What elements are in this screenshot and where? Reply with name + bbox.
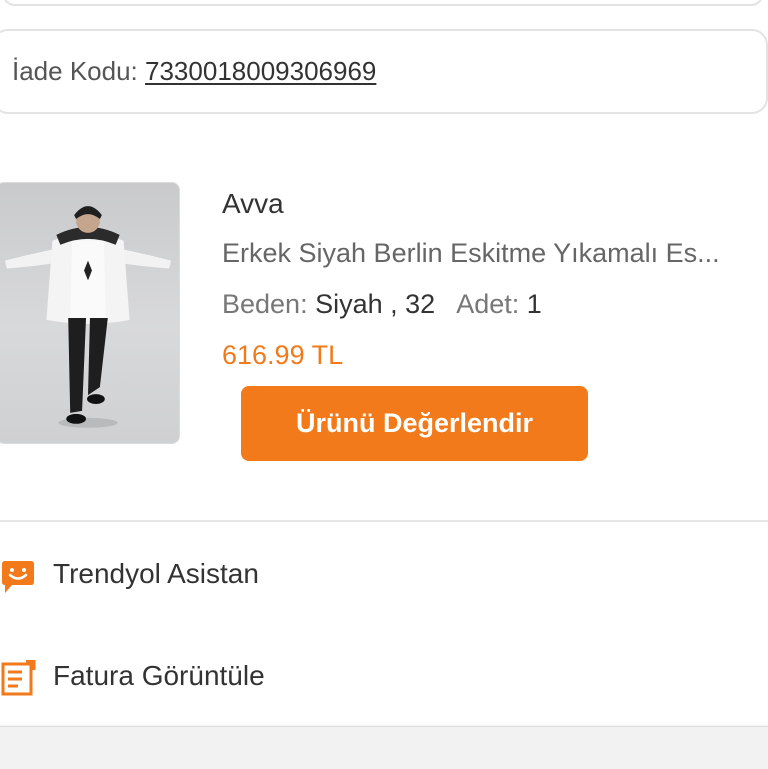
size-label: Beden:: [222, 289, 308, 319]
assistant-label: Trendyol Asistan: [53, 558, 259, 589]
product-photo-illustration: [4, 206, 172, 428]
rate-product-button[interactable]: Ürünü Değerlendir: [241, 386, 588, 461]
trendyol-assistant-row[interactable]: Trendyol Asistan: [0, 536, 768, 616]
invoice-icon: [1, 660, 36, 696]
product-name[interactable]: Erkek Siyah Berlin Eskitme Yıkamalı Es..…: [222, 238, 768, 269]
view-invoice-row[interactable]: Fatura Görüntüle: [0, 638, 768, 718]
size-value: Siyah , 32: [315, 289, 436, 319]
quantity-value: 1: [526, 289, 542, 319]
page-background-bottom: [0, 726, 768, 769]
return-code-label: İade Kodu:: [12, 56, 138, 86]
assistant-chat-icon: [2, 561, 34, 593]
return-code-row: İade Kodu: 7330018009306969: [12, 56, 376, 87]
quantity-label: Adet:: [456, 289, 520, 319]
product-brand: Avva: [222, 188, 284, 219]
invoice-label: Fatura Görüntüle: [53, 660, 265, 691]
section-divider: [0, 520, 768, 522]
product-price: 616.99 TL: [222, 340, 344, 370]
previous-card-edge: [2, 0, 764, 6]
product-attributes: Beden: Siyah , 32 Adet: 1: [222, 289, 542, 320]
product-image[interactable]: [0, 182, 180, 444]
return-code-link[interactable]: 7330018009306969: [145, 56, 376, 86]
